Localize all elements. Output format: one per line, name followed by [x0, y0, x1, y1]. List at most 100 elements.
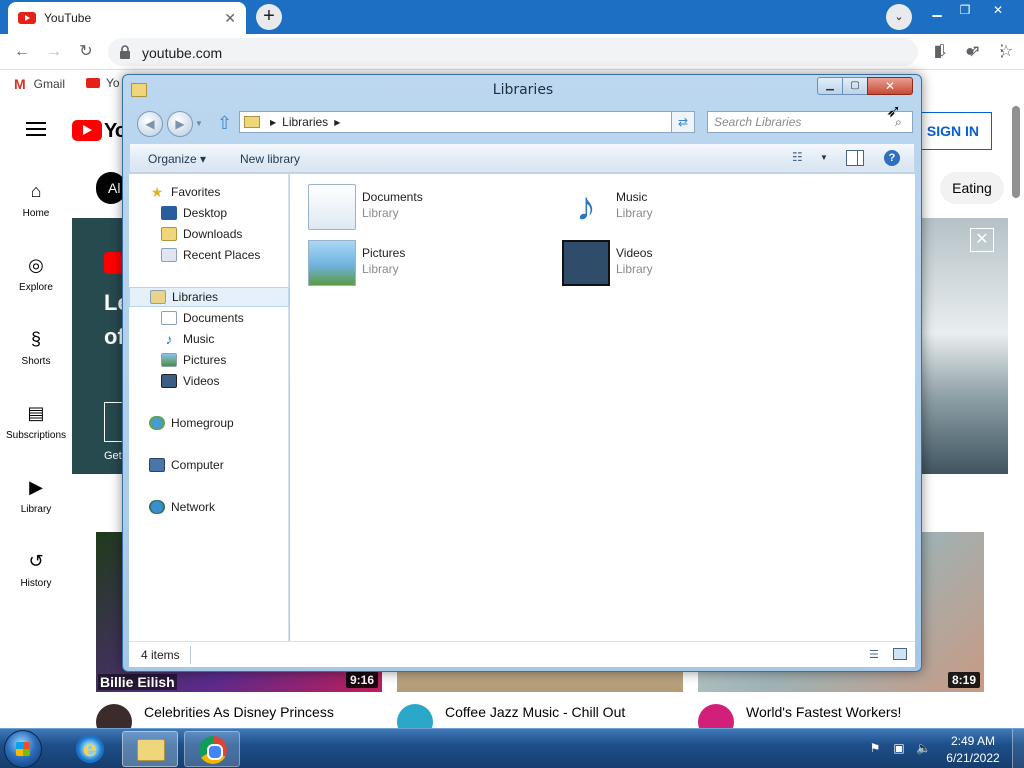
address-bar[interactable]: ▶ Libraries ▶ ▼ — [239, 111, 695, 133]
nav-item-homegroup[interactable]: Homegroup — [129, 413, 289, 433]
banner-button[interactable] — [104, 402, 124, 442]
navigation-pane: ★ Favorites Desktop Downloads Recent Pla… — [129, 174, 289, 641]
sidebar-item-explore[interactable]: ◎ Explore — [0, 254, 72, 293]
hamburger-menu-icon[interactable] — [26, 122, 46, 136]
page-scrollbar[interactable] — [1012, 106, 1020, 198]
bookmark-youtube[interactable]: Yo — [86, 76, 120, 90]
back-arrow-icon[interactable]: ← — [12, 42, 32, 62]
desktop-icon — [161, 206, 177, 220]
video-title[interactable]: World's Fastest Workers! — [746, 704, 901, 720]
music-note-icon: ♪ — [165, 331, 173, 347]
new-tab-button[interactable]: + — [256, 4, 282, 30]
nav-item-network[interactable]: Network — [129, 497, 289, 517]
library-tile-music[interactable]: ♪ Music Library — [562, 182, 802, 232]
chrome-restore-button[interactable]: ❐ — [950, 0, 980, 22]
nav-item-music[interactable]: ♪ Music — [129, 329, 289, 349]
forward-arrow-icon[interactable]: ▶ — [167, 111, 193, 137]
library-tile-pictures[interactable]: Pictures Library — [308, 238, 548, 288]
back-arrow-icon[interactable]: ◀ — [137, 111, 163, 137]
nav-item-videos[interactable]: Videos — [129, 371, 289, 391]
chrome-close-button[interactable]: ✕ — [980, 0, 1016, 22]
up-arrow-icon[interactable]: ⇧ — [217, 113, 232, 134]
clock-date[interactable]: 6/21/2022 — [944, 751, 1002, 765]
search-input[interactable]: Search Libraries — [707, 111, 913, 133]
music-library-icon: ♪ — [576, 185, 596, 229]
banner-logo-icon — [104, 252, 124, 274]
address-bar[interactable]: youtube.com ⇩ ⇗ ☆ — [108, 38, 1013, 66]
sidebar-item-subscriptions[interactable]: ▤ Subscriptions — [0, 402, 72, 441]
nav-item-computer[interactable]: Computer — [129, 455, 289, 475]
breadcrumb-arrow-icon[interactable]: ▶ — [270, 118, 276, 127]
nav-item-downloads[interactable]: Downloads — [129, 224, 289, 244]
nav-item-pictures[interactable]: Pictures — [129, 350, 289, 370]
reload-icon[interactable]: ↻ — [76, 42, 96, 62]
youtube-logo-icon[interactable] — [72, 120, 102, 141]
video-title[interactable]: Celebrities As Disney Princess — [144, 704, 334, 720]
library-tile-documents[interactable]: Documents Library — [308, 182, 548, 232]
change-view-icon[interactable]: ☷ — [792, 150, 803, 164]
nav-item-libraries[interactable]: Libraries — [129, 287, 289, 307]
sidebar-item-label: Home — [22, 208, 50, 219]
show-desktop-button[interactable] — [1012, 729, 1024, 768]
close-button[interactable]: ✕ — [867, 77, 913, 95]
preview-pane-icon[interactable] — [846, 150, 864, 166]
library-tile-videos[interactable]: Videos Library — [562, 238, 802, 288]
file-list: Documents Library ♪ Music Library Pictur… — [290, 174, 915, 641]
refresh-icon[interactable]: ⇄ — [671, 111, 695, 133]
chrome-menu-icon[interactable]: ⋮ — [992, 42, 1012, 62]
recent-pages-chevron-icon[interactable]: ▼ — [195, 119, 203, 128]
forward-arrow-icon[interactable]: → — [44, 42, 64, 62]
start-button[interactable] — [4, 730, 42, 768]
taskbar-internet-explorer[interactable]: e — [62, 731, 118, 767]
sidebar-item-home[interactable]: ⌂ Home — [0, 180, 72, 219]
chip-eating[interactable]: Eating — [940, 172, 1004, 204]
help-icon[interactable]: ? — [884, 150, 900, 166]
sidebar-item-history[interactable]: ↺ History — [0, 550, 72, 589]
details-view-icon[interactable]: ☰ — [869, 648, 879, 661]
taskbar-windows-explorer[interactable] — [122, 731, 178, 767]
volume-muted-icon[interactable]: 🔈 — [916, 741, 931, 755]
sidebar-item-shorts[interactable]: § Shorts — [0, 328, 72, 367]
explorer-window[interactable]: Libraries ▁ ▢ ✕ ◀ ▶ ▼ ⇧ ▶ Libraries ▶ ▼ … — [122, 74, 922, 672]
tab-close-icon[interactable]: ✕ — [224, 10, 236, 27]
organize-button[interactable]: Organize ▾ — [148, 152, 206, 166]
url-text: youtube.com — [142, 45, 223, 61]
network-icon[interactable]: ▣ — [892, 741, 906, 755]
youtube-icon — [86, 78, 100, 88]
home-icon: ⌂ — [30, 181, 42, 201]
large-icons-view-icon[interactable] — [893, 648, 907, 660]
banner-image — [920, 218, 1008, 474]
nav-item-favorites[interactable]: ★ Favorites — [129, 182, 289, 202]
tab-search-button[interactable]: ⌄ — [886, 4, 912, 30]
bookmark-gmail[interactable]: M Gmail — [14, 76, 65, 92]
sidebar-item-library[interactable]: ▶ Library — [0, 476, 72, 515]
videos-icon — [161, 374, 177, 388]
breadcrumb-libraries[interactable]: Libraries — [282, 115, 328, 129]
video-title[interactable]: Coffee Jazz Music - Chill Out — [445, 704, 625, 720]
breadcrumb-arrow-icon[interactable]: ▶ — [334, 118, 340, 127]
downloads-folder-icon — [161, 227, 177, 241]
window-title: Libraries — [492, 82, 554, 98]
new-library-button[interactable]: New library — [240, 152, 300, 166]
taskbar-chrome[interactable] — [184, 731, 240, 767]
nav-item-recent-places[interactable]: Recent Places — [129, 245, 289, 265]
chrome-minimize-button[interactable]: ▁ — [922, 0, 952, 22]
banner-close-icon[interactable]: ✕ — [970, 228, 994, 252]
view-options-dropdown-icon[interactable]: ▼ — [820, 153, 828, 162]
clock-time[interactable]: 2:49 AM — [950, 734, 996, 748]
tab-youtube[interactable]: YouTube ✕ — [8, 2, 246, 34]
subscriptions-icon: ▤ — [27, 403, 45, 423]
nav-item-documents[interactable]: Documents — [129, 308, 289, 328]
bookmark-label: Gmail — [33, 77, 66, 91]
library-type: Library — [362, 262, 399, 276]
lock-icon[interactable] — [120, 45, 130, 59]
nav-item-label: Downloads — [183, 227, 243, 241]
minimize-button[interactable]: ▁ — [817, 77, 843, 95]
gmail-icon: M — [14, 76, 26, 92]
profile-avatar-icon[interactable]: ● — [960, 42, 980, 62]
sign-in-button[interactable]: SIGN IN — [916, 112, 992, 150]
maximize-button[interactable]: ▢ — [842, 77, 868, 95]
side-panel-icon[interactable]: ▮ — [928, 42, 948, 62]
action-center-flag-icon[interactable]: ⚑ — [868, 741, 882, 755]
nav-item-desktop[interactable]: Desktop — [129, 203, 289, 223]
